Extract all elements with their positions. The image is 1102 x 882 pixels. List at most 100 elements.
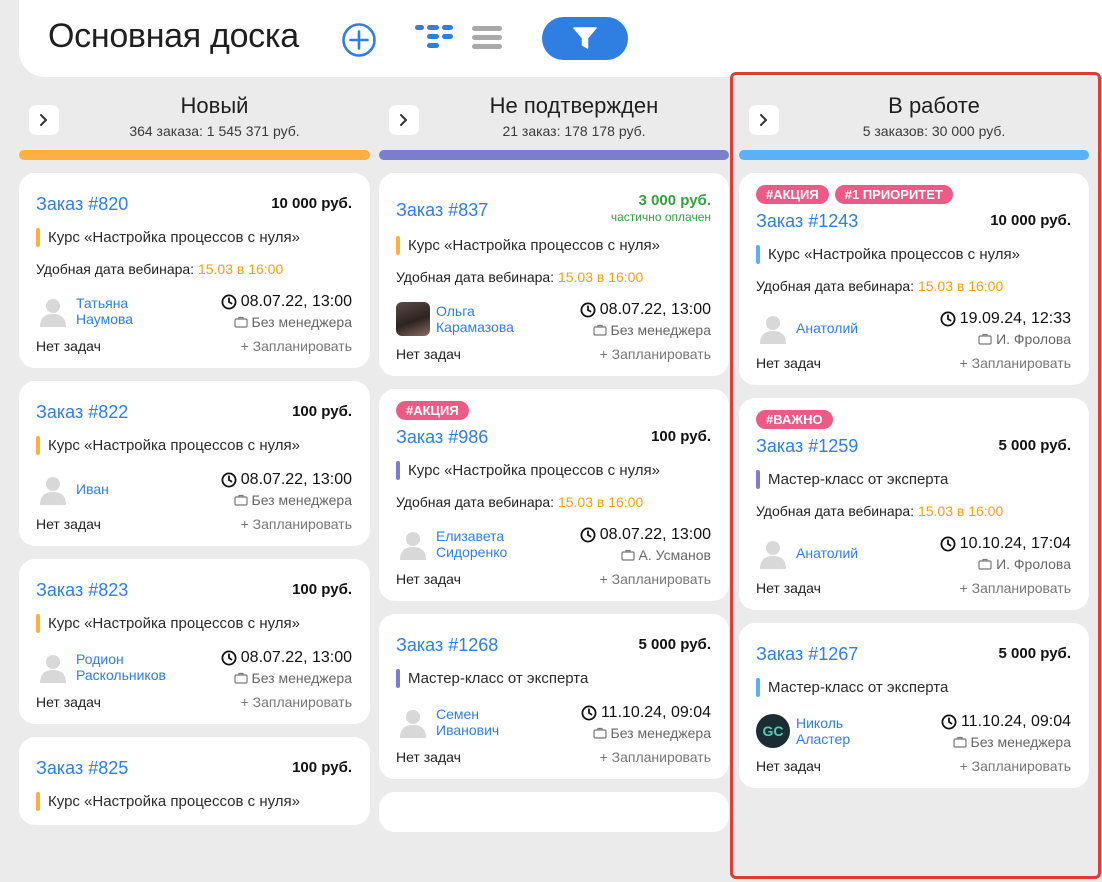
briefcase-icon bbox=[233, 316, 248, 328]
order-price: 10 000 руб. bbox=[990, 212, 1071, 229]
avatar bbox=[36, 650, 70, 684]
course-name: Курс «Настройка процессов с нуля» bbox=[48, 615, 300, 632]
customer-name-link[interactable]: Татьяна Наумова bbox=[76, 295, 166, 327]
order-number-link[interactable]: Заказ #825 bbox=[36, 755, 128, 781]
customer-name-link[interactable]: Родион Раскольников bbox=[76, 651, 166, 683]
order-number-link[interactable]: Заказ #1243 bbox=[756, 208, 858, 234]
order-number-link[interactable]: Заказ #820 bbox=[36, 191, 128, 217]
manager-name: Без менеджера bbox=[251, 670, 353, 686]
order-datetime: 08.07.22, 13:00 bbox=[240, 649, 352, 666]
manager-name: И. Фролова bbox=[996, 556, 1071, 572]
tasks-status: Нет задач bbox=[36, 338, 101, 354]
tag-badge[interactable]: #1 ПРИОРИТЕТ bbox=[834, 185, 953, 204]
course-color-marker bbox=[36, 614, 40, 633]
tag-badge[interactable]: #ВАЖНО bbox=[756, 410, 833, 429]
schedule-task-link[interactable]: + Запланировать bbox=[241, 694, 352, 710]
customer-name-link[interactable]: Ольга Карамазова bbox=[436, 303, 526, 335]
customer-name-link[interactable]: Анатолий bbox=[796, 320, 858, 336]
webinar-label: Удобная дата вебинара: bbox=[396, 269, 555, 285]
customer-name-link[interactable]: Анатолий bbox=[796, 545, 858, 561]
clock-icon bbox=[940, 536, 956, 552]
order-card[interactable]: Заказ #822 100 руб. Курс «Настройка проц… bbox=[19, 381, 370, 546]
webinar-date: 15.03 в 16:00 bbox=[917, 278, 1004, 294]
tasks-status: Нет задач bbox=[36, 694, 101, 710]
course-name: Курс «Настройка процессов с нуля» bbox=[768, 246, 1020, 263]
order-price: 10 000 руб. bbox=[271, 195, 352, 212]
course-color-marker bbox=[756, 678, 760, 697]
briefcase-icon bbox=[592, 324, 607, 336]
manager-name: Без менеджера bbox=[251, 314, 353, 330]
order-number-link[interactable]: Заказ #1267 bbox=[756, 641, 858, 667]
tasks-status: Нет задач bbox=[756, 758, 821, 774]
order-card[interactable]: Заказ #825 100 руб. Курс «Настройка проц… bbox=[19, 737, 370, 825]
customer-name-link[interactable]: Семен Иванович bbox=[436, 706, 526, 738]
manager-name: Без менеджера bbox=[610, 322, 712, 338]
expand-column-button[interactable] bbox=[29, 105, 59, 135]
course-color-marker bbox=[396, 669, 400, 688]
column-title: Не подтвержден bbox=[489, 93, 659, 118]
tasks-status: Нет задач bbox=[756, 580, 821, 596]
tag-badge[interactable]: #АКЦИЯ bbox=[756, 185, 829, 204]
order-number-link[interactable]: Заказ #822 bbox=[36, 399, 128, 425]
column-header: В работе 5 заказов: 30 000 руб. bbox=[739, 77, 1089, 161]
schedule-task-link[interactable]: + Запланировать bbox=[600, 749, 711, 765]
order-number-link[interactable]: Заказ #1259 bbox=[756, 433, 858, 459]
order-datetime: 19.09.24, 12:33 bbox=[959, 310, 1071, 327]
order-card[interactable]: Заказ #1268 5 000 руб. Мастер-класс от э… bbox=[379, 614, 729, 779]
column-new: Новый 364 заказа: 1 545 371 руб. Заказ #… bbox=[19, 77, 370, 838]
order-card[interactable]: Заказ #823 100 руб. Курс «Настройка проц… bbox=[19, 559, 370, 724]
chevron-right-icon bbox=[400, 114, 407, 126]
user-placeholder-icon bbox=[40, 298, 66, 327]
tasks-status: Нет задач bbox=[396, 749, 461, 765]
schedule-task-link[interactable]: + Запланировать bbox=[600, 571, 711, 587]
list-view-button[interactable] bbox=[472, 25, 502, 51]
column-header: Не подтвержден 21 заказ: 178 178 руб. bbox=[379, 77, 729, 161]
schedule-task-link[interactable]: + Запланировать bbox=[960, 758, 1071, 774]
customer-name-link[interactable]: Иван bbox=[76, 481, 109, 497]
tag-list: #АКЦИЯ bbox=[396, 401, 711, 420]
briefcase-icon bbox=[620, 549, 635, 561]
schedule-task-link[interactable]: + Запланировать bbox=[960, 580, 1071, 596]
customer-name-link[interactable]: Николь Аластер bbox=[796, 715, 886, 747]
customer-name-link[interactable]: Елизавета Сидоренко bbox=[436, 528, 526, 560]
order-card[interactable]: #АКЦИЯ Заказ #986 100 руб. Курс «Настрой… bbox=[379, 389, 729, 601]
briefcase-icon bbox=[978, 333, 992, 345]
chevron-right-icon bbox=[760, 114, 767, 126]
course-color-marker bbox=[36, 436, 40, 455]
course-name: Курс «Настройка процессов с нуля» bbox=[48, 229, 300, 246]
order-card[interactable]: #АКЦИЯ #1 ПРИОРИТЕТ Заказ #1243 10 000 р… bbox=[739, 173, 1089, 385]
tag-list: #АКЦИЯ #1 ПРИОРИТЕТ bbox=[756, 185, 1071, 204]
filter-button[interactable] bbox=[542, 17, 628, 60]
order-card[interactable] bbox=[379, 792, 729, 832]
schedule-task-link[interactable]: + Запланировать bbox=[241, 516, 352, 532]
kanban-view-button[interactable] bbox=[415, 24, 453, 52]
avatar bbox=[36, 294, 70, 328]
clock-icon bbox=[580, 302, 596, 318]
expand-column-button[interactable] bbox=[389, 105, 419, 135]
order-number-link[interactable]: Заказ #823 bbox=[36, 577, 128, 603]
order-number-link[interactable]: Заказ #1268 bbox=[396, 632, 498, 658]
column-color-bar bbox=[379, 150, 729, 160]
order-card[interactable]: Заказ #820 10 000 руб. Курс «Настройка п… bbox=[19, 173, 370, 368]
order-price: 5 000 руб. bbox=[638, 636, 711, 653]
avatar bbox=[396, 527, 430, 561]
user-placeholder-icon bbox=[400, 531, 426, 560]
schedule-task-link[interactable]: + Запланировать bbox=[960, 355, 1071, 371]
order-number-link[interactable]: Заказ #837 bbox=[396, 197, 488, 223]
order-number-link[interactable]: Заказ #986 bbox=[396, 424, 488, 450]
expand-column-button[interactable] bbox=[749, 105, 779, 135]
webinar-label: Удобная дата вебинара: bbox=[36, 261, 195, 277]
schedule-task-link[interactable]: + Запланировать bbox=[600, 346, 711, 362]
tag-badge[interactable]: #АКЦИЯ bbox=[396, 401, 469, 420]
add-order-button[interactable] bbox=[341, 22, 377, 58]
avatar bbox=[396, 301, 430, 336]
column-header: Новый 364 заказа: 1 545 371 руб. bbox=[19, 77, 370, 161]
course-name: Курс «Настройка процессов с нуля» bbox=[408, 462, 660, 479]
user-placeholder-icon bbox=[760, 540, 786, 569]
avatar bbox=[756, 536, 790, 570]
schedule-task-link[interactable]: + Запланировать bbox=[241, 338, 352, 354]
clock-icon bbox=[940, 311, 956, 327]
order-card[interactable]: #ВАЖНО Заказ #1259 5 000 руб. Мастер-кла… bbox=[739, 398, 1089, 610]
order-card[interactable]: Заказ #837 3 000 руб. частично оплачен К… bbox=[379, 173, 729, 376]
order-card[interactable]: Заказ #1267 5 000 руб. Мастер-класс от э… bbox=[739, 623, 1089, 788]
